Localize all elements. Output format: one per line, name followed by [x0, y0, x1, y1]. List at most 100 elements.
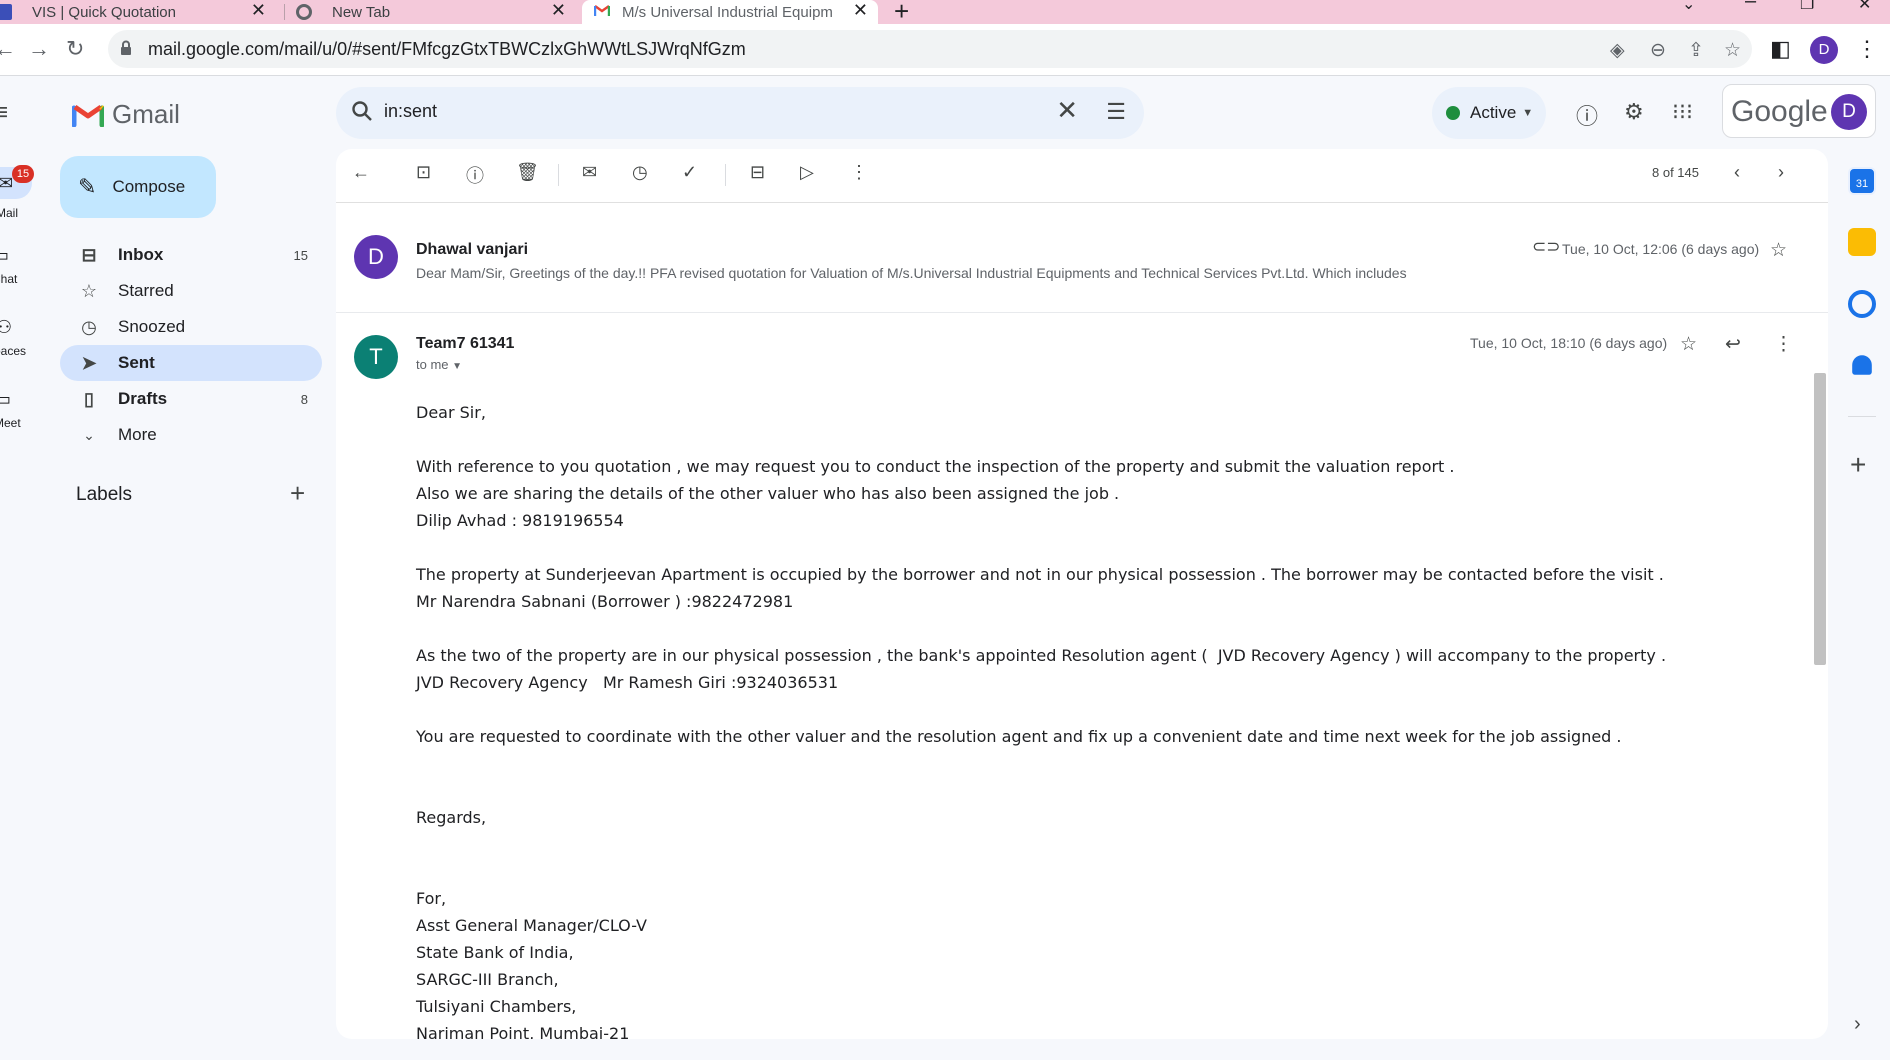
search-options-icon[interactable]: ☰ [1106, 99, 1126, 125]
search-icon[interactable] [350, 99, 374, 128]
browser-tab-3[interactable]: M/s Universal Industrial Equipm ✕ [582, 0, 878, 24]
add-label-icon[interactable]: + [290, 478, 305, 509]
hide-side-panel-chevron-icon[interactable]: › [1854, 1013, 1861, 1036]
gmail-wordmark: Gmail [112, 99, 180, 129]
close-window-icon[interactable]: ✕ [1858, 0, 1871, 14]
sender-name: Dhawal vanjari [416, 241, 529, 258]
browser-menu-icon[interactable]: ⋮ [1856, 36, 1878, 62]
sidebar-item-starred[interactable]: ☆ Starred [60, 273, 322, 309]
rail-spaces[interactable]: ⚇ Spaces [0, 317, 34, 358]
sidebar-item-snoozed[interactable]: ◷ Snoozed [60, 309, 322, 345]
toolbar-divider [558, 164, 559, 186]
apps-grid-icon[interactable]: ⁝⁝⁝ [1672, 99, 1693, 125]
delete-icon[interactable]: 🗑 [516, 162, 539, 183]
share-icon[interactable]: ⇪ [1688, 39, 1704, 62]
body-line: You are requested to coordinate with the… [416, 727, 1622, 746]
active-status-dot [1446, 106, 1460, 120]
send-icon: ➤ [81, 352, 97, 373]
gmail-logo[interactable]: Gmail [72, 99, 180, 130]
body-line: Dear Sir, [416, 403, 486, 422]
reload-icon[interactable]: ↻ [66, 36, 84, 62]
body-line [416, 426, 1616, 453]
gmail-m-icon [72, 104, 104, 127]
sidebar-item-inbox[interactable]: ⊟ Inbox 15 [60, 237, 322, 273]
tasks-icon[interactable] [1848, 290, 1876, 318]
report-spam-icon[interactable]: ⓘ [466, 162, 484, 188]
search-input[interactable]: in:sent [384, 101, 437, 122]
browser-tab-1[interactable]: VIS | Quick Quotation ✕ [0, 0, 276, 24]
body-line: With reference to you quotation , we may… [416, 457, 1455, 476]
rail-mail[interactable]: Mail [0, 206, 44, 220]
close-tab-icon[interactable]: ✕ [853, 0, 868, 21]
label-icon[interactable]: ▷ [800, 162, 814, 183]
sidebar-item-label: More [118, 425, 157, 444]
body-line: Tulsiyani Chambers, [416, 997, 577, 1016]
bookmark-star-icon[interactable]: ☆ [1724, 39, 1741, 62]
keep-icon[interactable] [1848, 228, 1876, 256]
close-tab-icon[interactable]: ✕ [551, 0, 566, 21]
zoom-icon[interactable]: ⊖ [1650, 39, 1666, 62]
side-panel-icon[interactable]: ◧ [1770, 36, 1791, 62]
main-menu-icon[interactable]: ≡ [0, 99, 8, 127]
spaces-icon: ⚇ [0, 317, 13, 337]
message-date: Tue, 10 Oct, 18:10 (6 days ago) [1470, 335, 1668, 351]
mark-unread-icon[interactable]: ✉ [582, 162, 597, 183]
mail-icon[interactable]: ✉ [0, 173, 13, 194]
site-permissions-icon[interactable]: ◈ [1610, 39, 1625, 62]
help-icon[interactable]: ⓘ [1576, 99, 1598, 131]
more-actions-icon[interactable]: ⋮ [850, 162, 868, 183]
tab-separator [284, 4, 285, 20]
add-to-tasks-icon[interactable]: ✓ [682, 162, 697, 183]
drafts-count: 8 [300, 391, 308, 407]
status-selector[interactable]: Active ▼ [1432, 87, 1546, 139]
search-bar[interactable]: in:sent ✕ ☰ [336, 87, 1144, 139]
body-line: Nariman Point, Mumbai-21 [416, 1024, 630, 1039]
sidebar-item-more[interactable]: ⌄ More [60, 417, 322, 453]
contacts-icon[interactable] [1852, 355, 1872, 375]
snooze-icon[interactable]: ◷ [632, 162, 648, 183]
reply-icon[interactable]: ↩ [1725, 333, 1741, 356]
sender-avatar: T [354, 335, 398, 379]
message-view: ← ⊡ ⓘ 🗑 ✉ ◷ ✓ ⊟ ▷ ⋮ 8 of 145 ‹ › D Dhawa… [336, 149, 1828, 1039]
archive-icon[interactable]: ⊡ [416, 162, 431, 183]
maximize-icon[interactable]: ❐ [1800, 0, 1814, 14]
page-count: 8 of 145 [1652, 165, 1699, 180]
status-label: Active [1470, 103, 1517, 122]
close-tab-icon[interactable]: ✕ [251, 0, 266, 21]
compose-button[interactable]: ✎ Compose [60, 156, 216, 218]
minimize-icon[interactable]: – [1745, 0, 1756, 13]
back-icon[interactable]: ← [0, 36, 16, 62]
rail-chat[interactable]: ▭ Chat [0, 245, 40, 286]
rail-meet[interactable]: ▭ Meet [0, 389, 42, 430]
sidebar-item-drafts[interactable]: ▯ Drafts 8 [60, 381, 322, 417]
star-icon[interactable]: ☆ [1770, 239, 1787, 262]
browser-tab-2[interactable]: New Tab ✕ [296, 0, 576, 24]
forward-icon[interactable]: → [28, 36, 50, 62]
get-addons-icon[interactable]: + [1850, 449, 1866, 481]
recipient-summary[interactable]: to me ▼ [416, 357, 462, 372]
back-to-list-icon[interactable]: ← [352, 162, 370, 183]
star-icon[interactable]: ☆ [1680, 333, 1697, 356]
sender-avatar: D [354, 235, 398, 279]
side-panel-divider [1848, 416, 1876, 417]
more-options-icon[interactable]: ⋮ [1774, 333, 1793, 356]
move-to-icon[interactable]: ⊟ [750, 162, 765, 183]
tab-search-chevron-icon[interactable]: ⌄ [1682, 0, 1695, 14]
sidebar-item-sent[interactable]: ➤ Sent [60, 345, 322, 381]
older-chevron-icon[interactable]: › [1778, 162, 1784, 183]
body-line: As the two of the property are in our ph… [416, 646, 1667, 665]
clear-search-icon[interactable]: ✕ [1056, 95, 1078, 126]
profile-avatar[interactable]: D [1810, 36, 1838, 64]
calendar-icon[interactable]: 31 [1848, 167, 1876, 195]
body-line: Dilip Avhad : 9819196554 [416, 511, 624, 530]
new-tab-icon[interactable]: + [894, 0, 909, 27]
google-wordmark: Google [1731, 95, 1828, 128]
settings-gear-icon[interactable]: ⚙ [1624, 99, 1644, 125]
message-date: Tue, 10 Oct, 12:06 (6 days ago) [1562, 241, 1760, 257]
gmail-app: ≡ ✉ 15 Mail ▭ Chat ⚇ Spaces ▭ Meet Gmail… [0, 77, 1890, 1060]
newer-chevron-icon[interactable]: ‹ [1734, 162, 1740, 183]
scrollbar-thumb[interactable] [1814, 373, 1826, 665]
collapsed-message[interactable]: D Dhawal vanjari Dear Mam/Sir, Greetings… [336, 211, 1828, 313]
address-bar[interactable]: mail.google.com/mail/u/0/#sent/FMfcgzGtx… [108, 30, 1752, 68]
body-line: SARGC-III Branch, [416, 970, 559, 989]
